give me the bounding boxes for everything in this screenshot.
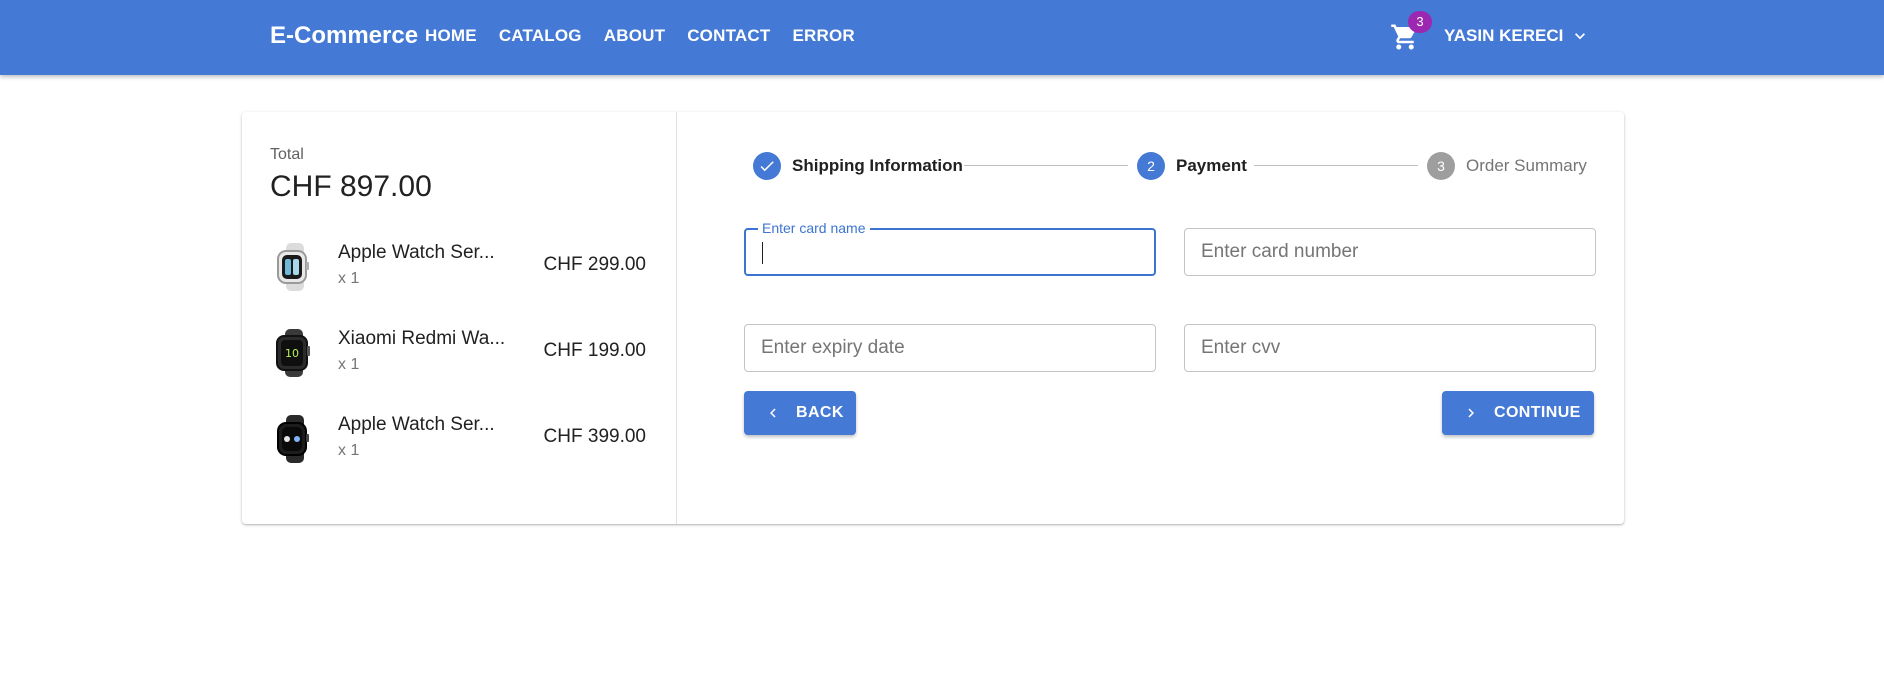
item-quantity: x 1 (338, 442, 360, 459)
main-nav: HOME CATALOG ABOUT CONTACT ERROR (425, 0, 877, 72)
expiry-date-field[interactable] (744, 324, 1156, 372)
continue-button[interactable]: CONTINUE (1442, 391, 1594, 435)
nav-about[interactable]: ABOUT (604, 26, 665, 46)
total-label: Total (270, 146, 304, 163)
cart-count-badge: 3 (1408, 11, 1432, 33)
svg-text:10: 10 (285, 347, 299, 360)
cart-item: Apple Watch Ser... x 1 CHF 299.00 (270, 240, 650, 296)
nav-catalog[interactable]: CATALOG (499, 26, 582, 46)
card-number-input[interactable] (1185, 229, 1595, 275)
cart-item: Apple Watch Ser... x 1 CHF 399.00 (270, 412, 650, 468)
step-summary-label: Order Summary (1466, 156, 1587, 175)
step-connector (964, 165, 1128, 166)
nav-error[interactable]: ERROR (792, 26, 854, 46)
cvv-field[interactable] (1184, 324, 1596, 372)
step-summary-number: 3 (1427, 152, 1455, 180)
continue-button-label: CONTINUE (1494, 404, 1581, 421)
item-name: Xiaomi Redmi Wa... (338, 328, 506, 349)
cart-item: 10 Xiaomi Redmi Wa... x 1 CHF 199.00 (270, 326, 650, 382)
card-name-field[interactable]: Enter card name (744, 220, 1156, 276)
step-payment-label: Payment (1176, 156, 1247, 175)
chevron-down-icon[interactable] (1570, 26, 1590, 46)
back-button[interactable]: BACK (744, 391, 856, 435)
user-menu-button[interactable]: YASIN KERECI (1444, 0, 1563, 72)
item-price: CHF 399.00 (543, 426, 646, 447)
product-thumbnail: 10 (276, 329, 310, 377)
cvv-input[interactable] (1185, 325, 1595, 371)
card-number-field[interactable] (1184, 228, 1596, 276)
product-thumbnail (277, 415, 309, 463)
text-cursor (762, 242, 763, 264)
step-completed-check-icon (753, 152, 781, 180)
item-name: Apple Watch Ser... (338, 414, 495, 435)
product-thumbnail (277, 243, 309, 291)
chevron-right-icon (1468, 408, 1474, 418)
chevron-left-icon (770, 408, 776, 418)
step-connector (1254, 165, 1418, 166)
nav-contact[interactable]: CONTACT (687, 26, 770, 46)
card-name-label: Enter card name (758, 220, 870, 236)
card-name-input[interactable] (746, 230, 1154, 274)
item-name: Apple Watch Ser... (338, 242, 495, 263)
item-price: CHF 199.00 (543, 340, 646, 361)
card-divider (676, 112, 677, 524)
item-quantity: x 1 (338, 356, 360, 373)
item-quantity: x 1 (338, 270, 360, 287)
app-bar: E-Commerce HOME CATALOG ABOUT CONTACT ER… (0, 0, 1884, 75)
total-value: CHF 897.00 (270, 170, 432, 203)
expiry-date-input[interactable] (745, 325, 1155, 371)
item-price: CHF 299.00 (543, 254, 646, 275)
nav-home[interactable]: HOME (425, 26, 477, 46)
back-button-label: BACK (796, 404, 844, 421)
step-payment-number: 2 (1137, 152, 1165, 180)
step-shipping-label: Shipping Information (792, 156, 963, 175)
brand-title[interactable]: E-Commerce (270, 0, 418, 72)
